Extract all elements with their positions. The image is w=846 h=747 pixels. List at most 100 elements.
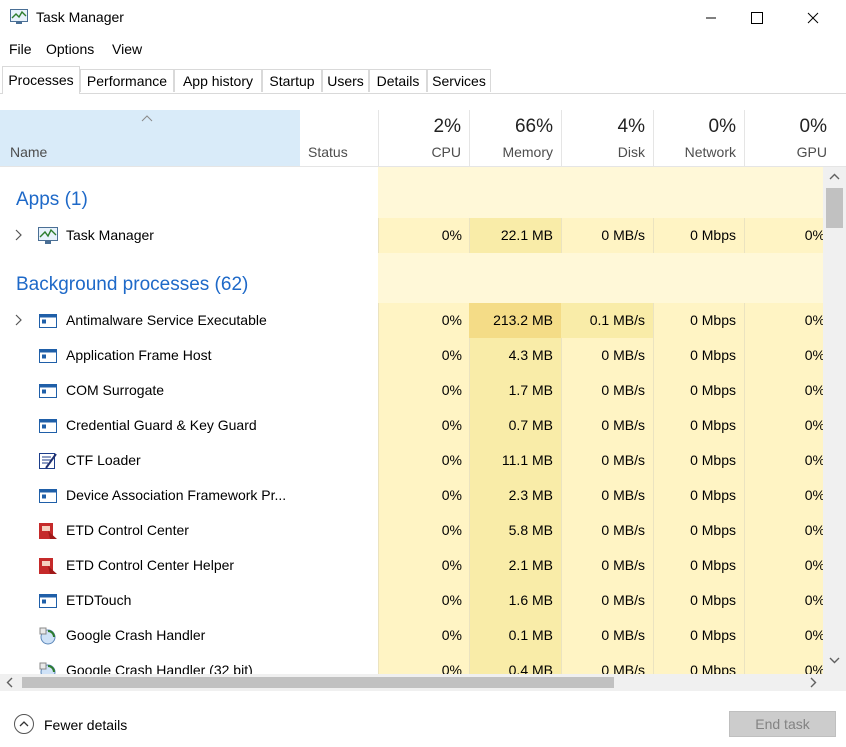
network-cell: 0 Mbps: [690, 627, 736, 643]
process-row[interactable]: ETDTouch 0% 1.6 MB 0 MB/s 0 Mbps 0%: [0, 583, 823, 618]
status-column-header[interactable]: Status: [308, 144, 348, 160]
process-row[interactable]: Device Association Framework Pr... 0% 2.3 …: [0, 478, 823, 513]
tab-startup[interactable]: Startup: [262, 69, 322, 92]
network-cell: 0 Mbps: [690, 522, 736, 538]
title-bar: Task Manager: [0, 0, 846, 36]
chevron-right-icon[interactable]: [14, 228, 24, 241]
tab-performance[interactable]: Performance: [80, 69, 174, 92]
memory-percent: 66%: [514, 116, 553, 137]
scroll-left-icon[interactable]: [6, 677, 13, 688]
cpu-cell: 0%: [441, 557, 462, 573]
disk-cell: 0 MB/s: [601, 417, 645, 433]
window-icon: [38, 487, 58, 505]
window-icon: [38, 592, 58, 610]
fewer-details-button[interactable]: [14, 714, 34, 734]
process-name: Google Crash Handler (32 bit): [66, 662, 253, 674]
network-cell: 0 Mbps: [690, 312, 736, 328]
network-cell: 0 Mbps: [690, 557, 736, 573]
disk-cell: 0 MB/s: [601, 522, 645, 538]
process-row[interactable]: Google Crash Handler (32 bit) 0% 0.4 MB 0 M…: [0, 653, 823, 674]
tab-app-history[interactable]: App history: [174, 69, 262, 92]
network-label: Network: [684, 144, 736, 160]
vertical-scrollbar[interactable]: [823, 167, 846, 674]
memory-cell: 4.3 MB: [508, 347, 553, 363]
task-manager-icon: [10, 9, 28, 24]
process-row[interactable]: ETD Control Center 0% 5.8 MB 0 MB/s 0 Mbps 0%: [0, 513, 823, 548]
memory-cell: 5.8 MB: [508, 522, 553, 538]
network-cell: 0 Mbps: [690, 347, 736, 363]
process-row[interactable]: ETD Control Center Helper 0% 2.1 MB 0 MB/s 0…: [0, 548, 823, 583]
disk-cell: 0 MB/s: [601, 382, 645, 398]
process-row[interactable]: Application Frame Host 0% 4.3 MB 0 MB/s 0 Mb…: [0, 338, 823, 373]
scroll-down-icon[interactable]: [829, 657, 840, 664]
minimize-button[interactable]: [688, 0, 734, 36]
process-name: ETD Control Center: [66, 522, 189, 538]
menu-file[interactable]: File: [9, 41, 32, 57]
gpu-cell: 0%: [804, 557, 823, 573]
process-name: Antimalware Service Executable: [66, 312, 267, 328]
fewer-details-label[interactable]: Fewer details: [44, 717, 127, 733]
gpu-cell: 0%: [804, 627, 823, 643]
scroll-corner: [823, 674, 846, 691]
memory-cell: 1.7 MB: [508, 382, 553, 398]
menu-view[interactable]: View: [112, 41, 142, 57]
disk-cell: 0.1 MB/s: [589, 312, 645, 328]
cpu-cell: 0%: [441, 312, 462, 328]
scroll-right-icon[interactable]: [810, 677, 817, 688]
menu-options[interactable]: Options: [46, 41, 94, 57]
memory-label: Memory: [502, 144, 553, 160]
gpu-cell: 0%: [804, 417, 823, 433]
network-cell: 0 Mbps: [690, 382, 736, 398]
tab-processes[interactable]: Processes: [2, 66, 80, 94]
cpu-cell: 0%: [441, 382, 462, 398]
network-cell: 0 Mbps: [690, 452, 736, 468]
network-column-header[interactable]: 0% Network: [653, 110, 744, 166]
process-name: Device Association Framework Pr...: [66, 487, 287, 503]
etd-icon: [38, 522, 58, 540]
process-row[interactable]: Task Manager 0% 22.1 MB 0 MB/s 0 Mbps 0%: [0, 218, 823, 253]
process-name: COM Surrogate: [66, 382, 165, 398]
google-update-icon: [38, 627, 58, 645]
gpu-cell: 0%: [804, 452, 823, 468]
process-row[interactable]: Google Crash Handler 0% 0.1 MB 0 MB/s 0 Mbps…: [0, 618, 823, 653]
cpu-cell: 0%: [441, 627, 462, 643]
window-title: Task Manager: [36, 9, 124, 25]
vertical-scroll-thumb[interactable]: [826, 188, 843, 228]
process-row[interactable]: COM Surrogate 0% 1.7 MB 0 MB/s 0 Mbps 0%: [0, 373, 823, 408]
network-cell: 0 Mbps: [690, 227, 736, 243]
disk-cell: 0 MB/s: [601, 557, 645, 573]
end-task-button[interactable]: End task: [729, 711, 836, 737]
close-button[interactable]: [790, 0, 836, 36]
gpu-cell: 0%: [804, 592, 823, 608]
window-icon: [38, 347, 58, 365]
tab-users[interactable]: Users: [322, 69, 369, 92]
disk-percent: 4%: [617, 116, 645, 137]
name-column-header[interactable]: Name: [0, 110, 300, 166]
gpu-cell: 0%: [804, 522, 823, 538]
gpu-column-header[interactable]: 0% GPU: [744, 110, 835, 166]
memory-cell: 22.1 MB: [500, 227, 553, 243]
process-row[interactable]: Antimalware Service Executable 0% 213.2 MB…: [0, 303, 823, 338]
disk-column-header[interactable]: 4% Disk: [561, 110, 653, 166]
disk-cell: 0 MB/s: [601, 227, 645, 243]
cpu-cell: 0%: [441, 347, 462, 363]
chevron-right-icon[interactable]: [14, 313, 24, 326]
gpu-cell: 0%: [804, 347, 823, 363]
google-update-icon: [38, 662, 58, 674]
close-icon: [807, 12, 819, 24]
memory-column-header[interactable]: 66% Memory: [469, 110, 561, 166]
horizontal-scroll-thumb[interactable]: [22, 677, 614, 688]
scroll-up-icon[interactable]: [829, 173, 840, 180]
cpu-column-header[interactable]: 2% CPU: [378, 110, 469, 166]
process-name: Credential Guard & Key Guard: [66, 417, 257, 433]
process-row[interactable]: CTF Loader 0% 11.1 MB 0 MB/s 0 Mbps 0%: [0, 443, 823, 478]
process-row[interactable]: Credential Guard & Key Guard 0% 0.7 MB 0 MB…: [0, 408, 823, 443]
tab-details[interactable]: Details: [369, 69, 427, 92]
etd-icon: [38, 557, 58, 575]
tab-services[interactable]: Services: [427, 69, 491, 92]
memory-cell: 1.6 MB: [508, 592, 553, 608]
cpu-cell: 0%: [441, 452, 462, 468]
disk-cell: 0 MB/s: [601, 627, 645, 643]
maximize-button[interactable]: [734, 0, 780, 36]
gpu-cell: 0%: [804, 487, 823, 503]
